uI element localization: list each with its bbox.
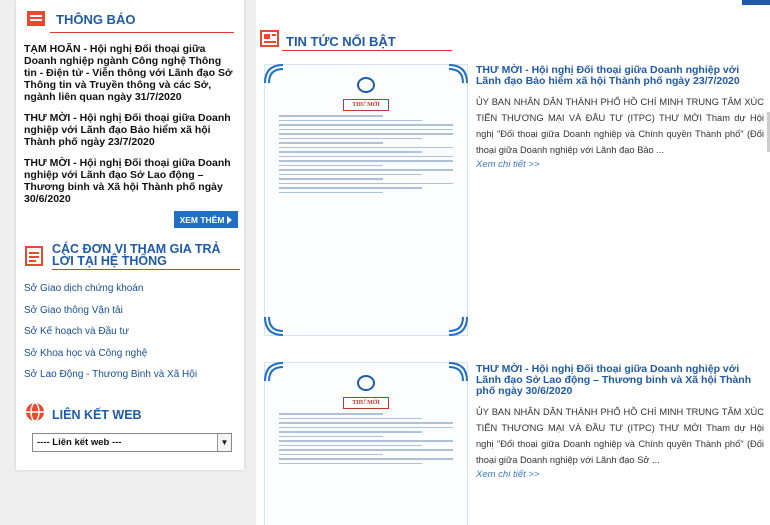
main-content: TIN TỨC NỔI BẬT THƯ MỜI THƯ MỜI - Hội ng… — [256, 0, 770, 525]
notice-item[interactable]: THƯ MỜI - Hội nghị Đối thoại giữa Doanh … — [24, 157, 236, 205]
news-title: TIN TỨC NỔI BẬT — [286, 34, 396, 49]
unit-link[interactable]: Sở Giao thông Vận tải — [24, 304, 240, 326]
notices-title: THÔNG BÁO — [56, 11, 136, 27]
notice-list: TẠM HOÃN - Hội nghị Đối thoại giữa Doanh… — [16, 33, 244, 205]
notices-header: THÔNG BÁO — [16, 8, 244, 30]
itpc-logo-icon — [357, 77, 375, 93]
unit-link[interactable]: Sở Giao dịch chứng khoán — [24, 282, 240, 304]
units-header: CÁC ĐƠN VỊ THAM GIA TRẢ LỜI TẠI HỆ THỐNG — [24, 243, 240, 270]
document-lines — [279, 413, 453, 464]
notice-icon — [26, 9, 48, 29]
document-lines — [279, 115, 453, 193]
news-item-title[interactable]: THƯ MỜI - Hội nghị Đối thoại giữa Doanh … — [476, 65, 764, 87]
links-select[interactable]: ---- Liên kết web --- ▼ — [32, 433, 232, 452]
more-button[interactable]: XEM THÊM — [174, 211, 238, 228]
play-icon — [227, 215, 233, 224]
list-icon — [24, 245, 46, 272]
news-thumbnail[interactable]: THƯ MỜI — [264, 64, 468, 336]
divider — [52, 269, 240, 270]
document-stamp: THƯ MỜI — [343, 99, 389, 111]
document-preview: THƯ MỜI — [279, 77, 453, 325]
news-thumbnail[interactable]: THƯ MỜI — [264, 362, 468, 525]
document-preview: THƯ MỜI — [279, 375, 453, 521]
read-more-link[interactable]: Xem chi tiết >> — [476, 469, 764, 480]
notice-item[interactable]: THƯ MỜI - Hội nghị Đối thoại giữa Doanh … — [24, 112, 236, 148]
left-sidebar: THÔNG BÁO TẠM HOÃN - Hội nghị Đối thoại … — [16, 0, 244, 470]
read-more-link[interactable]: Xem chi tiết >> — [476, 159, 764, 170]
notice-item[interactable]: TẠM HOÃN - Hội nghị Đối thoại giữa Doanh… — [24, 43, 236, 103]
unit-list: Sở Giao dịch chứng khoán Sở Giao thông V… — [24, 282, 240, 390]
news-item-desc: ỦY BAN NHÂN DÂN THÀNH PHỐ HỒ CHÍ MINH TR… — [476, 97, 764, 155]
news-icon — [260, 30, 280, 53]
globe-icon — [24, 401, 46, 428]
divider — [282, 50, 452, 51]
links-title: LIÊN KẾT WEB — [52, 407, 142, 422]
unit-link[interactable]: Sở Khoa học và Công nghệ — [24, 347, 240, 369]
chevron-down-icon[interactable]: ▼ — [217, 434, 231, 451]
links-select-value: ---- Liên kết web --- — [37, 437, 122, 448]
news-item: THƯ MỜI - Hội nghị Đối thoại giữa Doanh … — [476, 65, 764, 171]
news-item: THƯ MỜI - Hội nghị Đối thoại giữa Doanh … — [476, 364, 764, 481]
unit-link[interactable]: Sở Lao Động - Thương Binh và Xã Hội — [24, 368, 240, 390]
document-stamp: THƯ MỜI — [343, 397, 389, 409]
units-title: CÁC ĐƠN VỊ THAM GIA TRẢ LỜI TẠI HỆ THỐNG — [52, 242, 221, 268]
unit-link[interactable]: Sở Kế hoạch và Đầu tư — [24, 325, 240, 347]
more-button-label: XEM THÊM — [179, 214, 225, 225]
links-header: LIÊN KẾT WEB — [24, 401, 142, 428]
news-item-title[interactable]: THƯ MỜI - Hội nghị Đối thoại giữa Doanh … — [476, 364, 764, 397]
news-item-desc: ỦY BAN NHÂN DÂN THÀNH PHỐ HỒ CHÍ MINH TR… — [476, 407, 764, 465]
top-button[interactable] — [742, 0, 770, 5]
itpc-logo-icon — [357, 375, 375, 391]
